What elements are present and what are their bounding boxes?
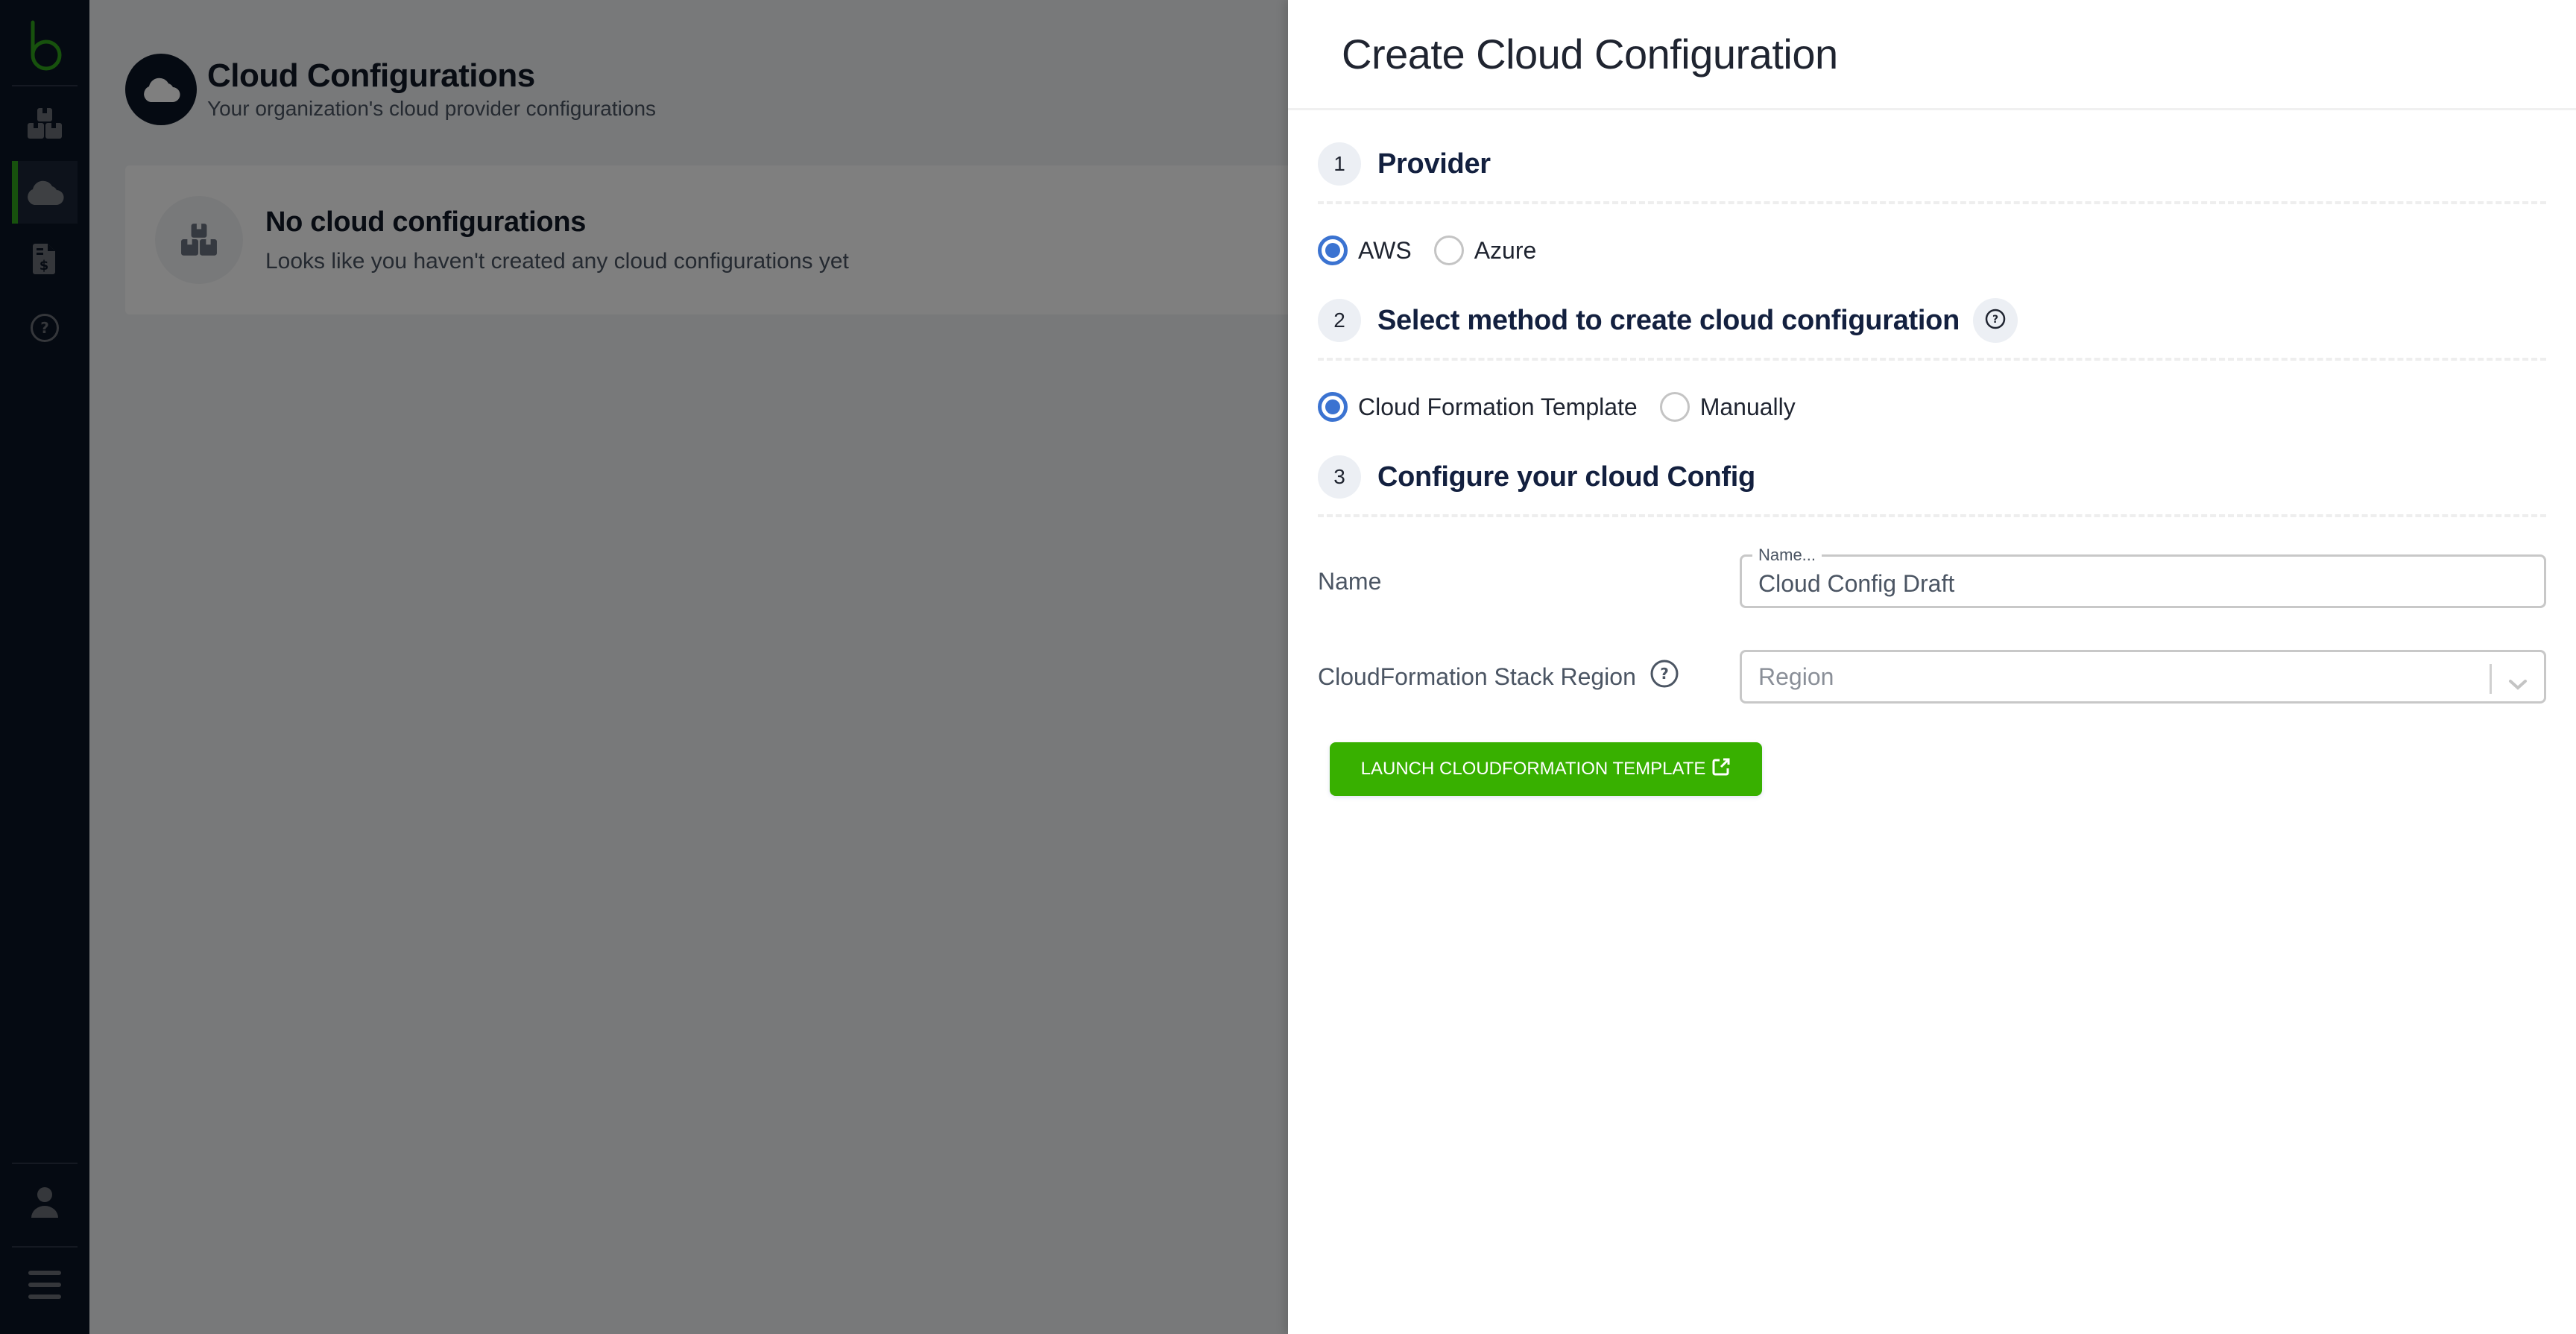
- name-input-value: Cloud Config Draft: [1758, 569, 1955, 597]
- region-row: CloudFormation Stack Region ? Region: [1318, 648, 2546, 705]
- launch-button-label: LAUNCH CLOUDFORMATION TEMPLATE: [1360, 759, 1706, 779]
- create-cloud-config-drawer: Create Cloud Configuration 1 Provider AW…: [1288, 0, 2576, 1334]
- select-separator: [2490, 664, 2492, 694]
- provider-radio-group: AWS Azure: [1318, 204, 2546, 297]
- step-title: Select method to create cloud configurat…: [1377, 304, 1960, 336]
- drawer-title: Create Cloud Configuration: [1342, 31, 1838, 78]
- radio-checked-indicator: [1318, 235, 1348, 265]
- drawer-body: 1 Provider AWS Azure 2 Select method to …: [1288, 110, 2576, 796]
- step-number: 2: [1318, 299, 1361, 342]
- radio-label: AWS: [1358, 236, 1412, 264]
- step-title: Provider: [1377, 148, 1491, 180]
- svg-text:?: ?: [1660, 665, 1669, 683]
- name-floating-label: Name...: [1752, 546, 1822, 565]
- radio-cloud-formation-template[interactable]: Cloud Formation Template: [1318, 392, 1638, 422]
- help-circle-icon: ?: [1985, 309, 2006, 333]
- external-link-icon: [1705, 757, 1731, 782]
- radio-unchecked-indicator: [1433, 235, 1464, 265]
- step-configure: 3 Configure your cloud Config Name Name.…: [1318, 453, 2546, 796]
- radio-label: Cloud Formation Template: [1358, 393, 1638, 420]
- region-label-text: CloudFormation Stack Region: [1318, 663, 1636, 690]
- region-help-icon[interactable]: ?: [1650, 659, 1679, 695]
- radio-checked-indicator: [1318, 392, 1348, 422]
- region-select[interactable]: Region: [1740, 650, 2546, 704]
- chevron-down-icon[interactable]: [2508, 670, 2528, 698]
- radio-azure[interactable]: Azure: [1433, 235, 1537, 265]
- svg-text:?: ?: [1992, 314, 1998, 326]
- step-method: 2 Select method to create cloud configur…: [1318, 297, 2546, 453]
- name-label: Name: [1318, 568, 1740, 595]
- launch-cloudformation-template-button[interactable]: LAUNCH CLOUDFORMATION TEMPLATE: [1330, 742, 1762, 796]
- radio-manually[interactable]: Manually: [1659, 392, 1796, 422]
- radio-unchecked-indicator: [1659, 392, 1690, 422]
- method-radio-group: Cloud Formation Template Manually: [1318, 361, 2546, 453]
- method-help-button[interactable]: ?: [1972, 298, 2018, 343]
- name-row: Name Name... Cloud Config Draft: [1318, 546, 2546, 610]
- region-label: CloudFormation Stack Region ?: [1318, 659, 1740, 695]
- section-divider: [1318, 514, 2546, 517]
- radio-aws[interactable]: AWS: [1318, 235, 1412, 265]
- step-title: Configure your cloud Config: [1377, 461, 1755, 493]
- name-input[interactable]: Name... Cloud Config Draft: [1740, 546, 2546, 608]
- radio-label: Azure: [1474, 236, 1537, 264]
- drawer-header: Create Cloud Configuration: [1288, 0, 2576, 110]
- step-provider: 1 Provider AWS Azure: [1318, 140, 2546, 297]
- step-number: 3: [1318, 455, 1361, 499]
- step-number: 1: [1318, 142, 1361, 186]
- region-placeholder: Region: [1758, 663, 1834, 690]
- name-label-text: Name: [1318, 567, 1382, 595]
- radio-label: Manually: [1699, 393, 1796, 420]
